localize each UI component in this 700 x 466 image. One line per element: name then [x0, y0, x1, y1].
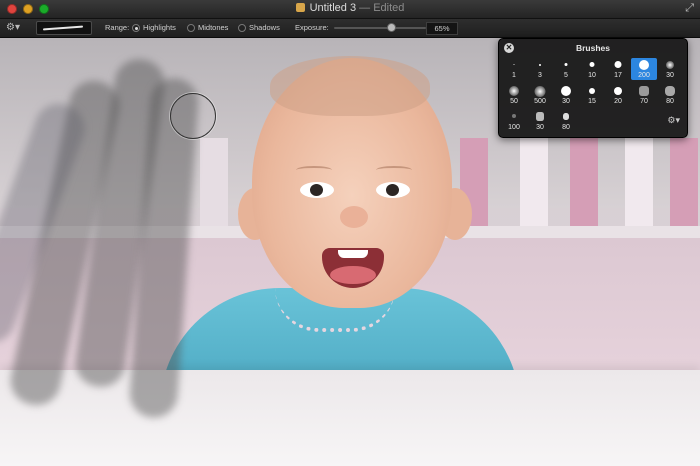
brush-size-70-textured[interactable]: 70	[631, 84, 657, 106]
brush-dot	[564, 63, 568, 66]
brush-dot	[665, 86, 675, 96]
brush-size-50[interactable]: 50	[501, 84, 527, 106]
midtones-radio[interactable]	[187, 24, 195, 32]
brush-size-80-textured[interactable]: 80	[657, 84, 683, 106]
brush-size-30[interactable]: 30	[553, 84, 579, 106]
tool-settings-menu[interactable]: ⚙▾	[6, 22, 20, 33]
brush-cursor	[170, 93, 216, 139]
brush-size-label: 20	[614, 98, 622, 105]
brush-dot	[639, 86, 649, 96]
brush-size-10[interactable]: 10	[579, 58, 605, 80]
range-label: Range:	[105, 23, 130, 32]
brush-dot	[512, 114, 516, 118]
brush-size-label: 500	[534, 98, 546, 105]
baby-tongue	[330, 266, 376, 284]
brush-size-17[interactable]: 17	[605, 58, 631, 80]
window-title: Untitled 3 — Edited	[0, 2, 700, 14]
brush-size-1[interactable]: 1	[501, 58, 527, 80]
brushes-panel: ✕ Brushes 1 3 5 10 17 200 30 50 500 30 1…	[498, 38, 688, 138]
brush-preview[interactable]	[36, 21, 92, 35]
brush-size-20[interactable]: 20	[605, 84, 631, 106]
document-name: Untitled 3	[309, 2, 357, 14]
baby-teeth	[338, 250, 368, 258]
brush-size-30-soft[interactable]: 30	[657, 58, 683, 80]
exposure-value-field[interactable]: 65%	[426, 22, 458, 35]
brush-size-3[interactable]: 3	[527, 58, 553, 80]
brushes-settings-menu[interactable]: ⚙▾	[667, 115, 680, 126]
brush-dot	[536, 112, 544, 121]
brush-size-label: 15	[588, 98, 596, 105]
brush-size-label: 80	[562, 124, 570, 131]
brush-size-label: 200	[638, 72, 650, 79]
brush-size-label: 80	[666, 98, 674, 105]
brush-dot	[513, 64, 515, 65]
brush-dot	[561, 86, 571, 96]
baby-left-brow	[296, 166, 332, 174]
brush-dot	[639, 60, 649, 70]
brush-size-label: 30	[536, 124, 544, 131]
brush-size-label: 70	[640, 98, 648, 105]
baby-hair	[270, 56, 430, 116]
brush-dot	[589, 88, 595, 94]
brush-dot	[563, 113, 569, 120]
exposure-slider[interactable]	[334, 27, 426, 29]
brush-size-label: 100	[508, 124, 520, 131]
brush-dot	[666, 61, 674, 69]
gear-icon: ⚙	[667, 115, 676, 125]
brushes-panel-title: Brushes	[575, 43, 610, 53]
brush-size-label: 10	[588, 72, 596, 79]
brush-dot	[509, 86, 519, 96]
brush-size-200-selected[interactable]: 200	[631, 58, 657, 80]
edited-status: — Edited	[359, 2, 405, 14]
brush-size-80-leaf[interactable]: 80	[553, 110, 579, 132]
brush-dot	[539, 64, 541, 66]
title-bar: Untitled 3 — Edited ⤢	[0, 0, 700, 19]
fullscreen-arrows-icon[interactable]: ⤢	[685, 2, 694, 15]
brush-size-label: 1	[512, 72, 516, 79]
highlights-radio[interactable]	[132, 24, 140, 32]
brush-size-500[interactable]: 500	[527, 84, 553, 106]
brush-dot	[534, 86, 546, 97]
exposure-label: Exposure:	[295, 23, 329, 32]
document-icon	[295, 3, 305, 12]
tool-options-bar: ⚙▾ Range: Highlights Midtones Shadows Ex…	[0, 19, 700, 38]
gear-icon: ⚙	[6, 22, 15, 33]
brush-size-100[interactable]: 100	[501, 110, 527, 132]
midtones-label[interactable]: Midtones	[198, 23, 228, 32]
baby-right-brow	[376, 166, 412, 174]
brush-dot	[589, 62, 595, 67]
shadows-label[interactable]: Shadows	[249, 23, 280, 32]
brush-size-15[interactable]: 15	[579, 84, 605, 106]
brush-dot	[614, 87, 622, 95]
brush-size-label: 17	[614, 72, 622, 79]
baby-right-eye	[376, 182, 410, 198]
brush-size-5[interactable]: 5	[553, 58, 579, 80]
brush-stroke-preview	[43, 25, 83, 31]
shadows-radio[interactable]	[238, 24, 246, 32]
exposure-slider-knob[interactable]	[387, 23, 396, 32]
brush-dot	[614, 61, 622, 68]
baby-left-eye	[300, 182, 334, 198]
brush-size-label: 50	[510, 98, 518, 105]
brush-size-label: 5	[564, 72, 568, 79]
baby-nose	[340, 206, 368, 228]
brush-size-30-splatter[interactable]: 30	[527, 110, 553, 132]
brush-size-label: 30	[562, 98, 570, 105]
brush-size-label: 30	[666, 72, 674, 79]
highlights-label[interactable]: Highlights	[143, 23, 176, 32]
brush-size-label: 3	[538, 72, 542, 79]
